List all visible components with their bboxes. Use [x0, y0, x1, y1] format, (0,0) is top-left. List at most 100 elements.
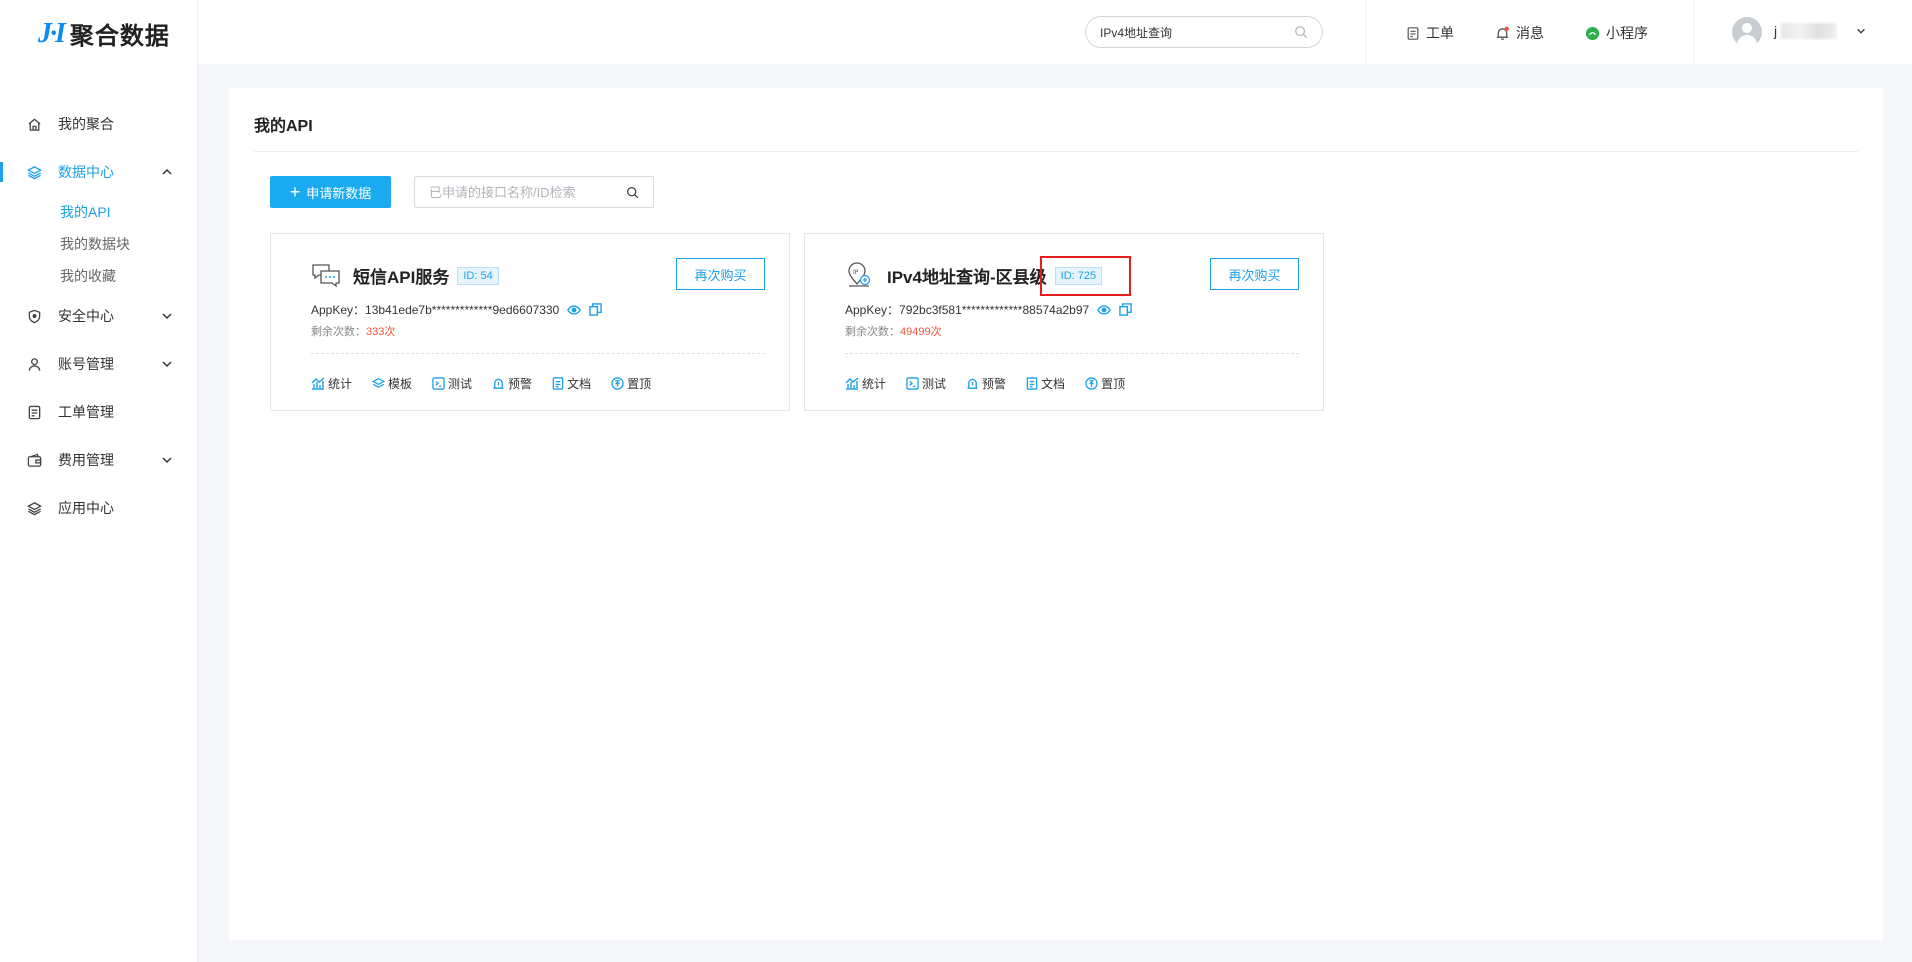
sidebar-subitem-my-datablock[interactable]: 我的数据块 [60, 228, 198, 260]
chevron-down-icon [162, 457, 172, 464]
docs-action[interactable]: 文档 [552, 375, 591, 392]
api-search-box [414, 176, 654, 208]
api-card-title[interactable]: IPv4地址查询-区县级 ID: 725 [887, 263, 1103, 288]
eye-icon[interactable] [1097, 304, 1112, 316]
header-divider [1365, 0, 1366, 64]
sidebar-item-billing[interactable]: 费用管理 [0, 436, 198, 484]
document-icon [552, 377, 564, 390]
user-menu[interactable]: j [1774, 23, 1867, 39]
wallet-icon [26, 452, 42, 468]
search-icon[interactable] [626, 186, 639, 199]
alert-icon [493, 378, 504, 389]
appkey-label: AppKey： [311, 303, 366, 317]
rebuy-button[interactable]: 再次购买 [1210, 258, 1299, 290]
sidebar-item-my-juhe[interactable]: 我的聚合 [0, 100, 198, 148]
header-miniprogram-link[interactable]: 小程序 [1585, 23, 1648, 43]
header-message-link[interactable]: 消息 [1495, 23, 1544, 43]
test-action[interactable]: 测试 [906, 375, 946, 392]
test-action[interactable]: 测试 [432, 375, 472, 392]
action-label: 预警 [982, 377, 1007, 391]
header-miniprogram-label: 小程序 [1606, 25, 1648, 41]
template-action[interactable]: 模板 [372, 375, 412, 392]
card-divider [845, 353, 1299, 354]
sidebar: J·I 聚合数据 我的聚合 数据中心 我的API 我的数据块 我的收藏 安全中心 [0, 0, 198, 962]
appkey-value: 792bc3f581*************88574a2b97 [899, 302, 1090, 317]
card-divider [311, 353, 765, 354]
appkey-label: AppKey： [845, 303, 900, 317]
docs-action[interactable]: 文档 [1026, 375, 1065, 392]
copy-icon[interactable] [589, 303, 602, 316]
action-label: 统计 [862, 377, 887, 391]
miniprogram-icon [1585, 26, 1600, 40]
action-label: 文档 [1041, 377, 1066, 391]
chevron-down-icon [162, 313, 172, 320]
stats-action[interactable]: 统计 [845, 375, 886, 392]
sidebar-item-tickets[interactable]: 工单管理 [0, 388, 198, 436]
ticket-icon [26, 404, 42, 420]
sidebar-subitem-my-api[interactable]: 我的API [60, 196, 198, 228]
sidebar-item-label: 我的聚合 [58, 116, 114, 132]
header-search-input[interactable]: IPv4地址查询 [1085, 16, 1323, 48]
sidebar-item-app-center[interactable]: 应用中心 [0, 484, 198, 532]
stats-action[interactable]: 统计 [311, 375, 352, 392]
header-divider [1693, 0, 1694, 64]
logo-text: 聚合数据 [69, 23, 170, 50]
appkey-value: 13b41ede7b*************9ed6607330 [365, 302, 560, 317]
remaining-calls: 剩余次数：333次 [311, 323, 395, 339]
remaining-value: 333次 [366, 326, 396, 338]
action-label: 模板 [388, 377, 413, 391]
chevron-down-icon [162, 361, 172, 368]
search-icon[interactable] [1294, 25, 1308, 39]
appkey-row: AppKey： 13b41ede7b*************9ed660733… [311, 301, 602, 318]
pin-top-action[interactable]: 置顶 [611, 375, 651, 392]
action-label: 统计 [328, 377, 353, 391]
api-id-badge: ID: 725 [1054, 266, 1103, 285]
pin-top-action[interactable]: 置顶 [1085, 375, 1125, 392]
remaining-label: 剩余次数： [311, 326, 366, 338]
sidebar-subitem-my-favorites[interactable]: 我的收藏 [60, 260, 198, 292]
chart-icon [845, 377, 859, 390]
avatar[interactable] [1732, 17, 1762, 47]
rebuy-button[interactable]: 再次购买 [676, 258, 765, 290]
header-ticket-link[interactable]: 工单 [1406, 23, 1454, 43]
api-card: IP IPv4地址查询-区县级 ID: 725 再次购买 AppKey： 792… [804, 233, 1324, 411]
home-icon [26, 116, 42, 132]
api-card-title[interactable]: 短信API服务 ID: 54 [353, 263, 499, 288]
remaining-value: 49499次 [900, 326, 942, 338]
app-layers-icon [26, 500, 42, 516]
copy-icon[interactable] [1119, 303, 1132, 316]
action-label: 置顶 [1101, 377, 1126, 391]
api-search-input[interactable] [429, 184, 626, 200]
remaining-calls: 剩余次数：49499次 [845, 323, 942, 339]
logo[interactable]: J·I 聚合数据 [38, 16, 170, 51]
logo-mark: J·I [38, 17, 66, 49]
chevron-up-icon [162, 168, 172, 175]
sidebar-item-security[interactable]: 安全中心 [0, 292, 198, 340]
username-prefix: j [1774, 23, 1778, 39]
sidebar-item-data-center[interactable]: 数据中心 [0, 148, 198, 196]
action-label: 预警 [508, 377, 533, 391]
action-label: 文档 [567, 377, 592, 391]
api-card: 短信API服务 ID: 54 再次购买 AppKey： 13b41ede7b**… [270, 233, 790, 411]
chat-bubbles-icon [312, 264, 340, 288]
chevron-down-icon [1857, 28, 1866, 34]
apply-new-data-label: 申请新数据 [306, 185, 372, 201]
eye-icon[interactable] [567, 304, 582, 316]
top-header: IPv4地址查询 工单 消息 小程序 j [198, 0, 1912, 64]
api-name: IPv4地址查询-区县级 [887, 268, 1047, 287]
action-label: 测试 [922, 377, 947, 391]
remaining-label: 剩余次数： [845, 326, 900, 338]
action-label: 测试 [448, 377, 473, 391]
appkey-row: AppKey： 792bc3f581*************88574a2b9… [845, 301, 1132, 318]
alert-action[interactable]: 预警 [966, 375, 1006, 392]
plus-icon: + [289, 182, 301, 202]
sidebar-item-account[interactable]: 账号管理 [0, 340, 198, 388]
alert-icon [967, 378, 978, 389]
sidebar-item-label: 工单管理 [58, 404, 114, 420]
api-id-badge: ID: 54 [457, 266, 499, 285]
sidebar-menu: 我的聚合 数据中心 我的API 我的数据块 我的收藏 安全中心 账号管理 工单管… [0, 100, 198, 532]
apply-new-data-button[interactable]: + 申请新数据 [270, 176, 391, 208]
sidebar-item-label: 安全中心 [58, 308, 114, 324]
alert-action[interactable]: 预警 [492, 375, 532, 392]
action-label: 置顶 [627, 377, 652, 391]
